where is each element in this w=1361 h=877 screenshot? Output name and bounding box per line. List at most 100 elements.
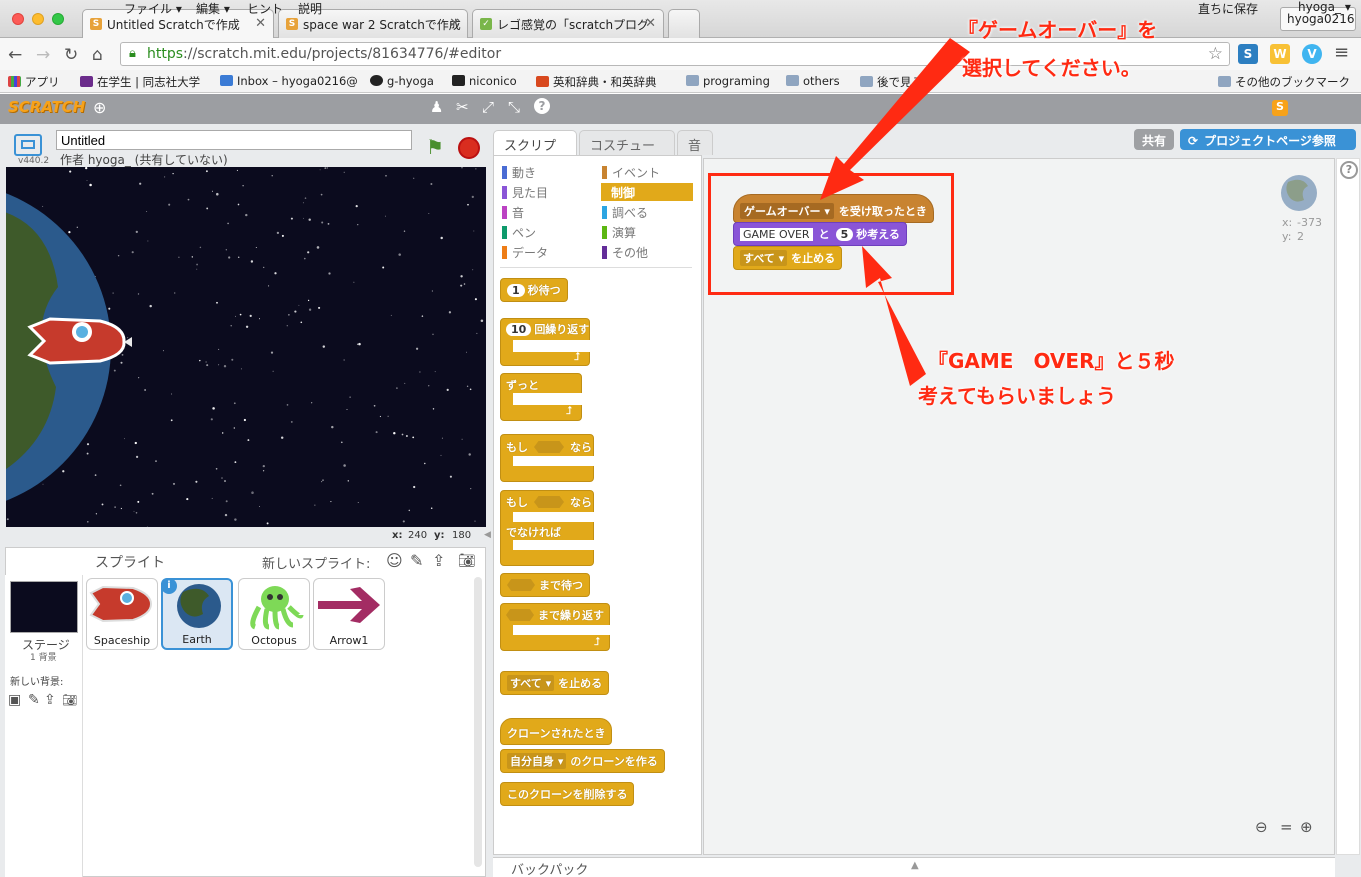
zoom-window-button[interactable]	[52, 13, 64, 25]
sprite-card-earth[interactable]: i Earth	[161, 578, 233, 650]
block-wait[interactable]: 1 秒待つ	[500, 278, 568, 302]
shrink-tool-icon[interactable]: ⤡	[508, 98, 520, 116]
camera-sprite-icon[interactable]: 📷︎	[458, 553, 476, 569]
file-menu[interactable]: ファイル ▾	[124, 0, 182, 17]
bookmark-niconico[interactable]: niconico	[452, 74, 517, 88]
folder-icon	[1218, 76, 1231, 87]
category-control[interactable]: 制御	[601, 183, 693, 201]
category-more-blocks[interactable]: その他	[602, 244, 648, 261]
paint-backdrop-icon[interactable]: ✎	[28, 692, 40, 708]
new-tab-button[interactable]	[668, 9, 700, 38]
close-tab-icon[interactable]: ✕	[255, 16, 266, 31]
bookmark-other-bookmarks[interactable]: その他のブックマーク	[1218, 74, 1350, 90]
sprite-card-arrow1[interactable]: Arrow1	[313, 578, 385, 650]
hint-menu[interactable]: ヒント	[247, 0, 283, 17]
extension-w-icon[interactable]: W	[1270, 44, 1290, 64]
tab-title: space war 2 Scratchで作成	[303, 18, 461, 32]
sprite-list-scrollbar[interactable]	[474, 577, 482, 867]
close-tab-icon[interactable]: ✕	[449, 16, 460, 31]
tab-scripts[interactable]: スクリプト	[493, 130, 577, 173]
collapse-stage-icon[interactable]: ◀	[484, 530, 491, 540]
block-if-else-label: もし なら	[506, 496, 592, 509]
presentation-mode-button[interactable]	[14, 134, 42, 156]
extension-s-icon[interactable]: S	[1238, 44, 1258, 64]
paint-sprite-icon[interactable]: ✎	[410, 551, 423, 570]
sprite-card-octopus[interactable]: Octopus	[238, 578, 310, 650]
category-looks[interactable]: 見た目	[502, 184, 548, 201]
close-tab-icon[interactable]: ✕	[645, 16, 656, 31]
backdrop-library-icon[interactable]: ▣	[8, 692, 21, 708]
save-now-button[interactable]: 直ちに保存	[1198, 0, 1258, 17]
clone-dropdown[interactable]: 自分自身 ▾	[507, 753, 567, 769]
tab-costumes[interactable]: コスチューム	[579, 130, 675, 173]
edit-menu[interactable]: 編集 ▾	[196, 0, 230, 17]
category-sound[interactable]: 音	[502, 204, 524, 221]
stop-sign-icon[interactable]	[458, 137, 480, 159]
reload-icon[interactable]: ↻	[64, 45, 78, 65]
zoom-out-icon[interactable]: ⊖	[1255, 818, 1268, 836]
stage-thumbnail[interactable]	[10, 581, 78, 633]
zoom-in-icon[interactable]: ⊕	[1300, 818, 1313, 836]
block-when-clone-starts[interactable]: クローンされたとき	[500, 718, 613, 745]
duplicate-tool-icon[interactable]: ♟	[430, 98, 443, 116]
back-icon[interactable]: ←	[8, 45, 22, 65]
category-motion[interactable]: 動き	[502, 164, 536, 181]
delete-tool-icon[interactable]: ✂	[456, 98, 469, 116]
leaf-favicon-icon: ✓	[480, 18, 492, 30]
category-operators[interactable]: 演算	[602, 224, 636, 241]
forward-icon[interactable]: →	[36, 45, 50, 65]
help-tool-icon[interactable]: ?	[534, 98, 550, 114]
help-icon[interactable]: ?	[1340, 161, 1358, 179]
stop-dropdown[interactable]: すべて ▾	[507, 675, 555, 691]
bookmark-programing[interactable]: programing	[686, 74, 770, 88]
category-data[interactable]: データ	[502, 244, 548, 261]
see-project-page-button[interactable]: ⟳ プロジェクトページ参照	[1180, 129, 1356, 150]
url-path: ://scratch.mit.edu/projects/81634776/#ed…	[183, 46, 502, 62]
category-sensing[interactable]: 調べる	[602, 204, 648, 221]
bookmark-star-icon[interactable]: ☆	[1208, 44, 1223, 64]
backpack-bar[interactable]: バックパック ▲	[493, 857, 1335, 877]
home-icon[interactable]: ⌂	[92, 45, 103, 65]
about-menu[interactable]: 説明	[298, 0, 322, 17]
block-repeat-until-gap	[513, 625, 611, 635]
green-flag-icon[interactable]: ⚑	[426, 135, 444, 159]
upload-backdrop-icon[interactable]: ⇪	[44, 692, 56, 708]
bookmark-others[interactable]: others	[786, 74, 840, 88]
share-button[interactable]: 共有	[1134, 129, 1175, 150]
block-create-clone[interactable]: 自分自身 ▾ のクローンを作る	[500, 749, 665, 773]
bookmark-weblio[interactable]: 英和辞典・和英辞典	[536, 74, 657, 90]
block-stop[interactable]: すべて ▾ を止める	[500, 671, 610, 695]
tab-sounds[interactable]: 音	[677, 130, 713, 155]
block-delete-clone[interactable]: このクローンを削除する	[500, 782, 635, 806]
bookmark-apps[interactable]: アプリ	[8, 74, 60, 90]
script-area-scrollbar[interactable]	[1336, 158, 1360, 855]
bookmark-inbox[interactable]: Inbox – hyoga0216@	[220, 74, 358, 88]
sprite-card-spaceship[interactable]: Spaceship	[86, 578, 158, 650]
bookmark-doshisha[interactable]: 在学生 | 同志社大学	[80, 74, 200, 90]
stage[interactable]	[6, 167, 486, 527]
bookmark-github[interactable]: g-hyoga	[370, 74, 434, 88]
sprite-info-icon[interactable]: i	[161, 578, 177, 594]
bookmark-watch-later[interactable]: 後で見る	[860, 74, 923, 90]
backpack-expand-icon[interactable]: ▲	[911, 860, 919, 871]
zoom-reset-icon[interactable]: =	[1280, 818, 1293, 836]
language-globe-icon[interactable]: ⊕	[93, 98, 106, 117]
close-window-button[interactable]	[12, 13, 24, 25]
extension-v-icon[interactable]: V	[1302, 44, 1322, 64]
camera-backdrop-icon[interactable]: 📷︎	[62, 693, 77, 707]
tab-title: Untitled Scratchで作成	[107, 18, 240, 32]
project-title-input[interactable]	[56, 130, 412, 150]
browser-tab-3[interactable]: ✓ レゴ感覚の「scratchプログ ✕	[472, 9, 664, 38]
scratch-logo[interactable]: SCRATCH	[8, 98, 85, 116]
sprite-library-icon[interactable]: ☺	[386, 551, 403, 570]
backdrop-count: 1 背景	[30, 653, 57, 663]
chrome-menu-icon[interactable]: ≡	[1334, 42, 1349, 63]
category-events[interactable]: イベント	[602, 164, 660, 181]
block-wait-until[interactable]: まで待つ	[500, 573, 590, 597]
grow-tool-icon[interactable]: ⤢	[482, 98, 494, 116]
upload-sprite-icon[interactable]: ⇪	[432, 551, 445, 570]
category-pen[interactable]: ペン	[502, 224, 536, 241]
spaceship-sprite[interactable]	[27, 317, 132, 365]
user-menu[interactable]: hyoga_ ▾	[1298, 0, 1351, 14]
minimize-window-button[interactable]	[32, 13, 44, 25]
